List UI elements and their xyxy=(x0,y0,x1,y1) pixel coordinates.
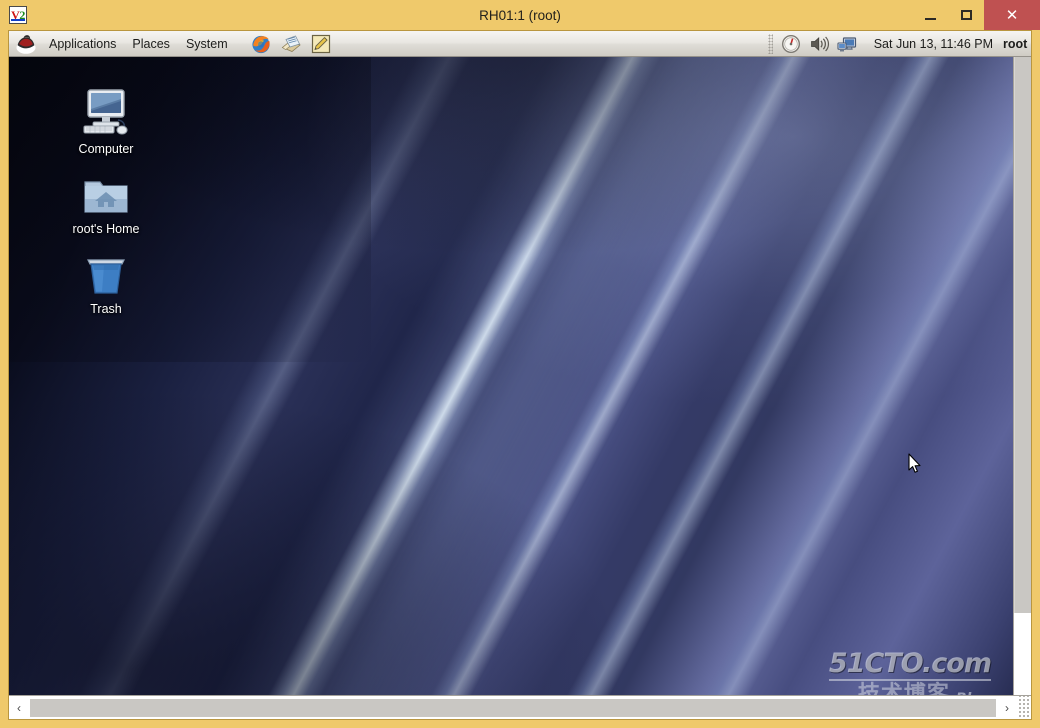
red-hat-logo[interactable] xyxy=(15,33,37,55)
desktop-icon-home[interactable]: root's Home xyxy=(52,165,160,237)
close-icon: ✕ xyxy=(1005,7,1019,24)
panel-left-section: Applications Places System xyxy=(9,31,337,56)
desktop-icon-label: Trash xyxy=(90,302,122,316)
vertical-scrollbar-thumb[interactable] xyxy=(1014,48,1031,613)
desktop-icon-label: root's Home xyxy=(72,222,140,236)
resize-grip[interactable] xyxy=(1017,695,1031,719)
scroll-right-arrow[interactable]: › xyxy=(997,696,1017,720)
horizontal-scrollbar-thumb[interactable] xyxy=(30,698,996,717)
vnc-viewport: Applications Places System Sat Jun 13, 1… xyxy=(8,30,1032,720)
window-controls: ✕ xyxy=(912,0,1040,30)
maximize-icon xyxy=(960,10,972,20)
desktop-icon-computer[interactable]: Computer xyxy=(52,85,160,157)
minimize-icon xyxy=(924,18,936,20)
window-title: RH01:1 (root) xyxy=(479,7,561,23)
system-monitor-icon[interactable] xyxy=(780,33,804,55)
maximize-button[interactable] xyxy=(948,0,984,30)
panel-drag-handle[interactable] xyxy=(767,33,773,54)
window-titlebar[interactable]: V2 RH01:1 (root) ✕ xyxy=(0,0,1040,30)
desktop-area[interactable]: Computer root's Home Trash 51CTO.com xyxy=(9,57,1015,719)
horizontal-scrollbar[interactable]: ‹ › xyxy=(9,695,1031,719)
username-label[interactable]: root xyxy=(1001,35,1029,53)
volume-icon[interactable] xyxy=(808,33,832,55)
panel-separator xyxy=(241,35,242,53)
close-button[interactable]: ✕ xyxy=(984,0,1040,30)
menu-system[interactable]: System xyxy=(178,34,236,54)
computer-icon xyxy=(52,85,160,137)
vnc-viewer-window: V2 RH01:1 (root) ✕ Applications Places S… xyxy=(0,0,1040,728)
menu-places[interactable]: Places xyxy=(124,34,178,54)
firefox-icon[interactable] xyxy=(250,33,274,55)
vnc-v2-icon: V2 xyxy=(9,6,27,24)
network-display-icon[interactable] xyxy=(836,33,860,55)
gnome-top-panel: Applications Places System Sat Jun 13, 1… xyxy=(9,31,1031,57)
desktop-icon-label: Computer xyxy=(78,142,134,156)
menu-applications[interactable]: Applications xyxy=(41,34,124,54)
vertical-scrollbar[interactable]: ⌃ xyxy=(1013,31,1031,695)
evolution-mail-icon[interactable] xyxy=(280,33,304,55)
trash-icon xyxy=(52,245,160,297)
minimize-button[interactable] xyxy=(912,0,948,30)
gedit-text-editor-icon[interactable] xyxy=(310,33,334,55)
desktop-icon-trash[interactable]: Trash xyxy=(52,245,160,317)
panel-right-section: Sat Jun 13, 11:46 PM root xyxy=(767,31,1031,56)
scroll-left-arrow[interactable]: ‹ xyxy=(9,696,29,720)
home-folder-icon xyxy=(52,165,160,217)
clock[interactable]: Sat Jun 13, 11:46 PM xyxy=(862,35,1001,53)
